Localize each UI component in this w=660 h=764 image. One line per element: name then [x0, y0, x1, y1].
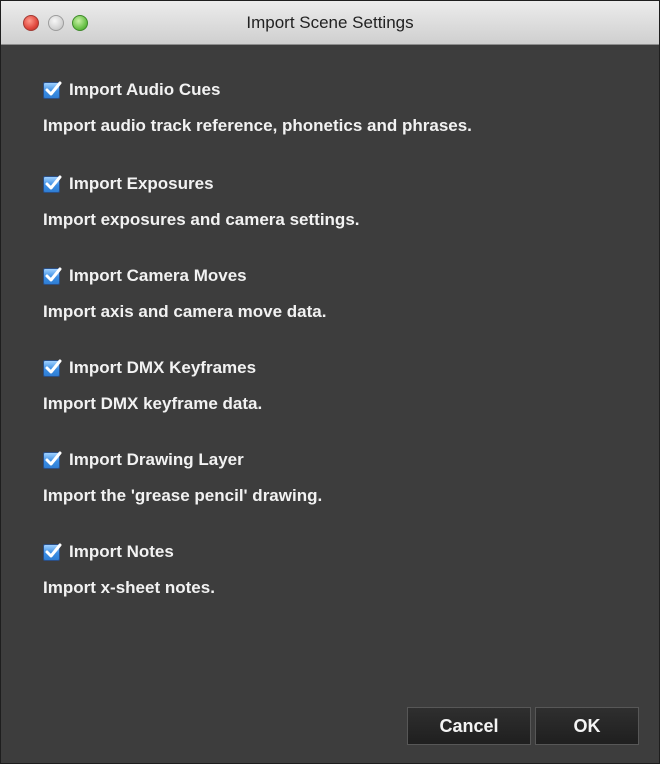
checkbox-import-dmx-keyframes[interactable]: [43, 359, 62, 377]
checkmark-icon: [45, 81, 62, 95]
option-description: Import x-sheet notes.: [43, 578, 215, 597]
option-import-notes: Import Notes Import x-sheet notes.: [43, 540, 215, 598]
checkbox-import-camera-moves[interactable]: [43, 267, 62, 285]
dialog-content: Import Audio Cues Import audio track ref…: [1, 46, 659, 763]
ok-button[interactable]: OK: [535, 707, 639, 745]
option-description: Import DMX keyframe data.: [43, 394, 263, 413]
checkmark-icon: [45, 175, 62, 189]
checkbox-import-audio-cues[interactable]: [43, 81, 62, 99]
checkbox-import-exposures[interactable]: [43, 175, 62, 193]
option-description: Import audio track reference, phonetics …: [43, 116, 472, 135]
window-title: Import Scene Settings: [246, 13, 414, 32]
checkbox-import-notes[interactable]: [43, 543, 62, 561]
option-label[interactable]: Import Camera Moves: [69, 266, 247, 286]
option-label[interactable]: Import Audio Cues: [69, 80, 220, 100]
option-description: Import axis and camera move data.: [43, 302, 327, 321]
cancel-button[interactable]: Cancel: [407, 707, 531, 745]
title-bar[interactable]: Import Scene Settings: [1, 1, 659, 45]
option-import-drawing-layer: Import Drawing Layer Import the 'grease …: [43, 448, 322, 506]
option-import-audio-cues: Import Audio Cues Import audio track ref…: [43, 78, 472, 136]
import-scene-settings-dialog: Import Scene Settings Import Audio Cues …: [0, 0, 660, 764]
option-label[interactable]: Import Drawing Layer: [69, 450, 244, 470]
checkmark-icon: [45, 451, 62, 465]
checkmark-icon: [45, 359, 62, 373]
option-label[interactable]: Import DMX Keyframes: [69, 358, 256, 378]
checkmark-icon: [45, 543, 62, 557]
option-import-camera-moves: Import Camera Moves Import axis and came…: [43, 264, 326, 322]
option-import-dmx-keyframes: Import DMX Keyframes Import DMX keyframe…: [43, 356, 262, 414]
checkmark-icon: [45, 267, 62, 281]
option-description: Import exposures and camera settings.: [43, 210, 360, 229]
option-description: Import the 'grease pencil' drawing.: [43, 486, 323, 505]
option-label[interactable]: Import Exposures: [69, 174, 214, 194]
checkbox-import-drawing-layer[interactable]: [43, 451, 62, 469]
option-label[interactable]: Import Notes: [69, 542, 174, 562]
option-import-exposures: Import Exposures Import exposures and ca…: [43, 172, 360, 230]
